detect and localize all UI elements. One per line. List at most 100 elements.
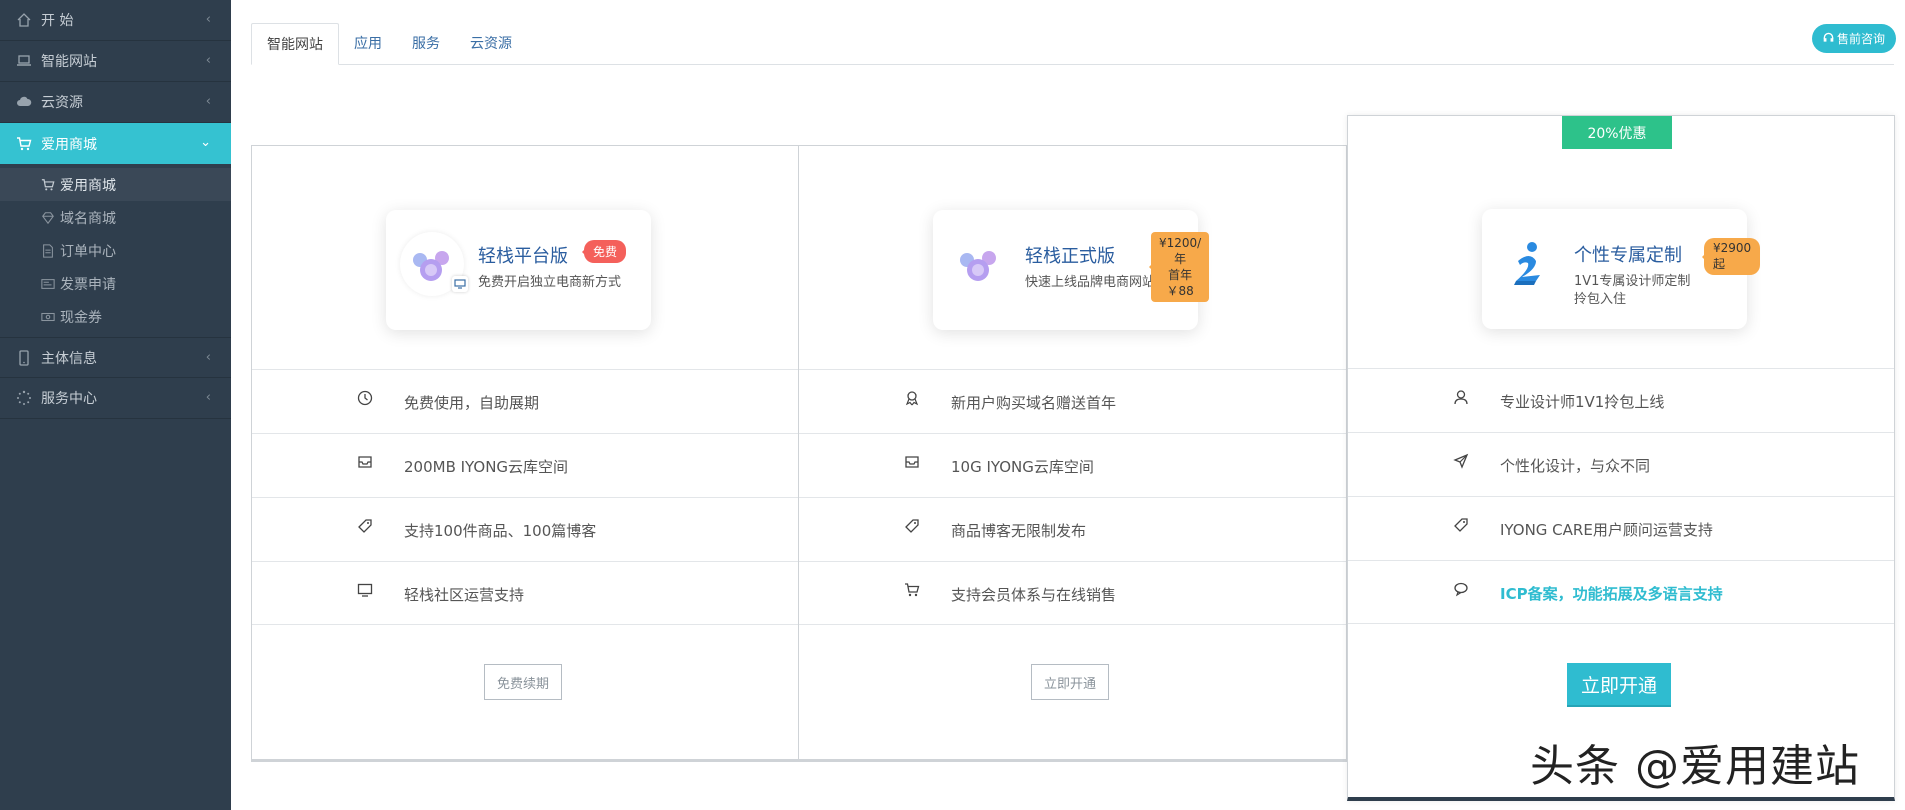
plan-subtitle: 快速上线品牌电商网站 — [1025, 275, 1156, 290]
plan-title: 轻栈正式版 — [1025, 246, 1115, 267]
presales-consult-button[interactable]: 售前咨询 — [1812, 24, 1896, 53]
tag-icon — [356, 517, 374, 535]
feature-row: 个性化设计，与众不同 — [1348, 432, 1894, 496]
sidebar-item-label: 爱用商城 — [41, 136, 97, 153]
tab-smart-site[interactable]: 智能网站 — [251, 23, 339, 65]
sidebar-subitem-label: 发票申请 — [60, 276, 116, 293]
feature-text: 轻栈社区运营支持 — [404, 586, 525, 604]
phone-icon — [14, 349, 34, 366]
activate-custom-button[interactable]: 立即开通 — [1567, 663, 1672, 707]
monitor-badge-icon — [452, 276, 468, 292]
sidebar-subitem-label: 域名商城 — [60, 210, 116, 227]
sidebar-subitem-invoice[interactable]: 发票申请 — [0, 267, 231, 300]
feature-row: 200MB IYONG云库空间 — [252, 433, 798, 497]
sidebar-item-store[interactable]: 爱用商城 ⌄ — [0, 123, 231, 164]
sidebar-item-service-center[interactable]: 服务中心 ‹ — [0, 378, 231, 419]
sidebar-subitem-domain[interactable]: 域名商城 — [0, 201, 231, 234]
feature-text: IYONG CARE用户顾问运营支持 — [1500, 521, 1713, 539]
inbox-icon — [903, 453, 921, 471]
feature-text: 新用户购买域名赠送首年 — [951, 394, 1117, 412]
inbox-icon — [356, 453, 374, 471]
plan-hero: 轻栈正式版 快速上线品牌电商网站 ¥1200/年 首年￥88 — [933, 210, 1210, 330]
activate-button[interactable]: 立即开通 — [1031, 664, 1110, 700]
headset-icon — [1823, 32, 1834, 46]
sidebar-subitem-label: 现金券 — [60, 309, 102, 326]
home-icon — [14, 12, 34, 28]
feature-text-highlight: ICP备案，功能拓展及多语言支持 — [1500, 585, 1723, 603]
chat-icon — [1452, 580, 1470, 598]
sidebar-subitem-orders[interactable]: 订单中心 — [0, 234, 231, 267]
tab-apps[interactable]: 应用 — [339, 23, 397, 65]
tag-icon — [1452, 516, 1470, 534]
chevron-left-icon: ‹ — [205, 390, 211, 405]
feature-text: 支持会员体系与在线销售 — [951, 586, 1117, 604]
sidebar-item-cloud[interactable]: 云资源 ‹ — [0, 82, 231, 123]
user-icon — [1452, 388, 1470, 406]
invoice-icon — [40, 277, 56, 291]
plan-title: 个性专属定制 — [1574, 245, 1682, 266]
price-line: 首年￥88 — [1166, 268, 1194, 298]
plan-card-custom: 个性专属定制 1V1专属设计师定制 拎包入住 ¥2900起 专业设计师1V1拎包… — [1347, 115, 1895, 801]
plan-tag: 免费 — [581, 240, 627, 263]
spinner-icon — [14, 390, 34, 406]
feature-row: 免费使用，自助展期 — [252, 369, 798, 433]
tab-services[interactable]: 服务 — [397, 23, 455, 65]
watermark-text: 头条 @爱用建站 — [1530, 741, 1860, 792]
feature-text: 支持100件商品、100篇博客 — [404, 522, 597, 540]
sidebar-sub-menu: 爱用商城 域名商城 订单中心 发票申请 现金券 — [0, 164, 231, 337]
plan-logo — [947, 232, 1011, 296]
chevron-down-icon: ⌄ — [200, 135, 211, 150]
sidebar-item-start[interactable]: 开 始 ‹ — [0, 0, 231, 41]
award-icon — [903, 389, 921, 407]
plan-logo — [1496, 231, 1560, 295]
sidebar-subitem-coupon[interactable]: 现金券 — [0, 300, 231, 333]
sidebar-item-label: 云资源 — [41, 95, 83, 111]
tag-icon — [903, 517, 921, 535]
sidebar-item-entity-info[interactable]: 主体信息 ‹ — [0, 337, 231, 378]
sidebar-item-label: 服务中心 — [41, 391, 97, 407]
plan-subtitle: 免费开启独立电商新方式 — [478, 275, 622, 290]
document-icon — [40, 243, 56, 258]
feature-row: ICP备案，功能拓展及多语言支持 — [1348, 560, 1894, 624]
coupon-icon — [40, 310, 56, 324]
sidebar-item-smart-site[interactable]: 智能网站 ‹ — [0, 41, 231, 82]
laptop-icon — [14, 53, 34, 69]
cart-icon — [40, 178, 56, 192]
feature-text: 商品博客无限制发布 — [951, 522, 1087, 540]
plan-price-tag: ¥1200/年 首年￥88 — [1148, 232, 1210, 302]
discount-badge: 20%优惠 — [1562, 116, 1672, 149]
diamond-icon — [40, 211, 56, 225]
consult-label: 售前咨询 — [1836, 32, 1885, 46]
feature-text: 200MB IYONG云库空间 — [404, 458, 569, 476]
sidebar-item-label: 智能网站 — [41, 54, 97, 70]
cart-icon — [14, 136, 34, 152]
sidebar-item-label: 主体信息 — [41, 350, 97, 367]
clock-icon — [356, 389, 374, 407]
sidebar-subitem-store[interactable]: 爱用商城 — [0, 168, 231, 201]
sidebar: 开 始 ‹ 智能网站 ‹ 云资源 ‹ 爱用商城 ⌄ 爱用商城 域名商城 订单中心… — [0, 0, 231, 810]
plan-card-official: 轻栈正式版 快速上线品牌电商网站 ¥1200/年 首年￥88 新用户购买域名赠送… — [798, 145, 1347, 762]
subtitle-line: 拎包入住 — [1574, 292, 1627, 307]
plan-hero: 个性专属定制 1V1专属设计师定制 拎包入住 ¥2900起 — [1482, 209, 1761, 329]
free-renew-button[interactable]: 免费续期 — [484, 664, 563, 700]
feature-row: 轻栈社区运营支持 — [252, 561, 798, 625]
feature-row: 10G IYONG云库空间 — [799, 433, 1346, 497]
rocket-icon — [1452, 452, 1470, 470]
cloud-icon — [14, 94, 34, 110]
chevron-left-icon: ‹ — [205, 12, 211, 27]
feature-text: 免费使用，自助展期 — [404, 394, 540, 412]
sidebar-subitem-label: 订单中心 — [60, 243, 116, 260]
subtitle-line: 1V1专属设计师定制 — [1574, 274, 1691, 289]
plan-subtitle: 1V1专属设计师定制 拎包入住 — [1574, 273, 1690, 309]
feature-row: 专业设计师1V1拎包上线 — [1348, 368, 1894, 432]
feature-row: 支持100件商品、100篇博客 — [252, 497, 798, 561]
chevron-left-icon: ‹ — [205, 94, 211, 109]
plan-title: 轻栈平台版 — [478, 246, 568, 267]
tab-cloud-resources[interactable]: 云资源 — [455, 23, 527, 65]
feature-text: 专业设计师1V1拎包上线 — [1500, 393, 1665, 411]
sidebar-item-label: 开 始 — [41, 13, 74, 29]
feature-text: 个性化设计，与众不同 — [1500, 457, 1651, 475]
category-tabs: 智能网站 应用 服务 云资源 — [251, 23, 1894, 65]
feature-row: 商品博客无限制发布 — [799, 497, 1346, 561]
price-line: ¥1200/年 — [1159, 236, 1202, 266]
